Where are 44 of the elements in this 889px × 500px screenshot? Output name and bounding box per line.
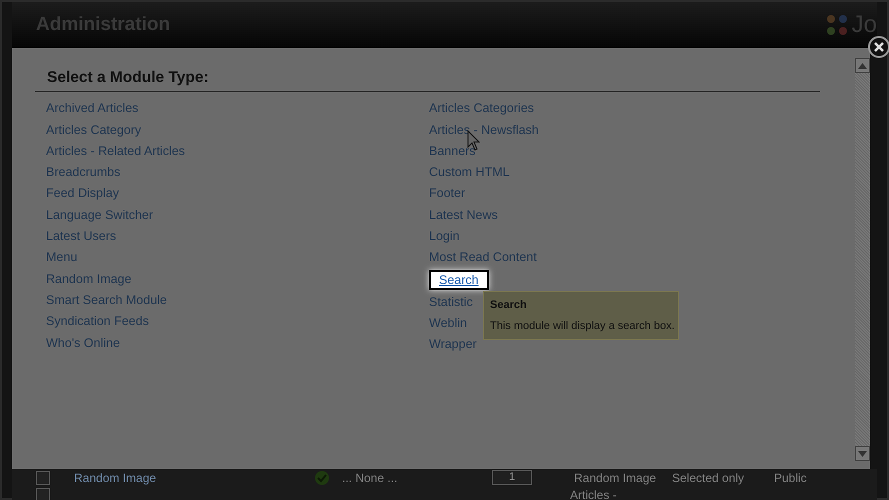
up-arrow-icon [858,62,867,68]
modal-heading: Select a Module Type: [47,68,210,88]
module-type-link[interactable]: Wrapper [429,334,477,356]
module-title-cell-text: Articles - [570,486,617,500]
module-type-link[interactable]: Language Switcher [46,204,154,226]
tooltip-text: This module will display a search box. [490,318,672,334]
row-checkbox[interactable] [36,488,50,500]
module-type-link[interactable]: Statistic [429,292,473,313]
module-type-link[interactable]: Login [429,226,460,248]
module-type-link[interactable]: Banners [429,140,476,162]
module-type-link[interactable]: Breadcrumbs [46,162,120,184]
module-type-link[interactable]: Latest Users [46,226,116,248]
pages-cell-text: ... None ... [342,470,398,486]
module-type-link[interactable]: Most Read Content [429,247,537,269]
scroll-down-button[interactable] [855,446,870,461]
module-type-link[interactable]: Footer [429,183,466,205]
module-type-link[interactable]: Random Image [46,268,132,290]
assignment-cell-text: Selected only [672,470,746,486]
row-checkbox[interactable] [36,470,50,484]
module-type-link[interactable]: Syndication Feeds [46,311,149,333]
module-type-link[interactable]: Search [429,270,489,290]
close-button[interactable] [868,36,889,58]
module-type-link[interactable]: Articles - Related Articles [46,140,185,162]
module-title-link[interactable]: Random Image [74,468,274,486]
module-type-link[interactable]: Smart Search Module [46,290,167,312]
down-arrow-icon [858,450,867,456]
module-type-link[interactable]: Archived Articles [46,98,138,120]
tooltip-title: Search [490,298,528,314]
check-icon [314,470,330,486]
scroll-up-button[interactable] [855,58,870,73]
order-field[interactable]: 1 [492,470,532,485]
position-cell-text: Random Image [574,470,658,486]
module-type-link[interactable]: Articles Categories [429,98,534,120]
access-cell-text: Public [774,470,807,486]
module-type-link[interactable]: Menu [46,247,78,269]
module-type-link[interactable]: Weblin [429,312,467,334]
scrollbar[interactable] [855,58,870,461]
module-type-link[interactable]: Who's Online [46,332,120,354]
close-icon [874,42,884,52]
module-type-link[interactable]: Articles - Newsflash [429,120,539,141]
module-type-link[interactable]: Custom HTML [429,162,510,184]
module-type-link[interactable]: Latest News [429,204,498,226]
module-type-link[interactable]: Articles Category [46,120,142,141]
module-type-link[interactable]: Feed Display [46,183,119,205]
